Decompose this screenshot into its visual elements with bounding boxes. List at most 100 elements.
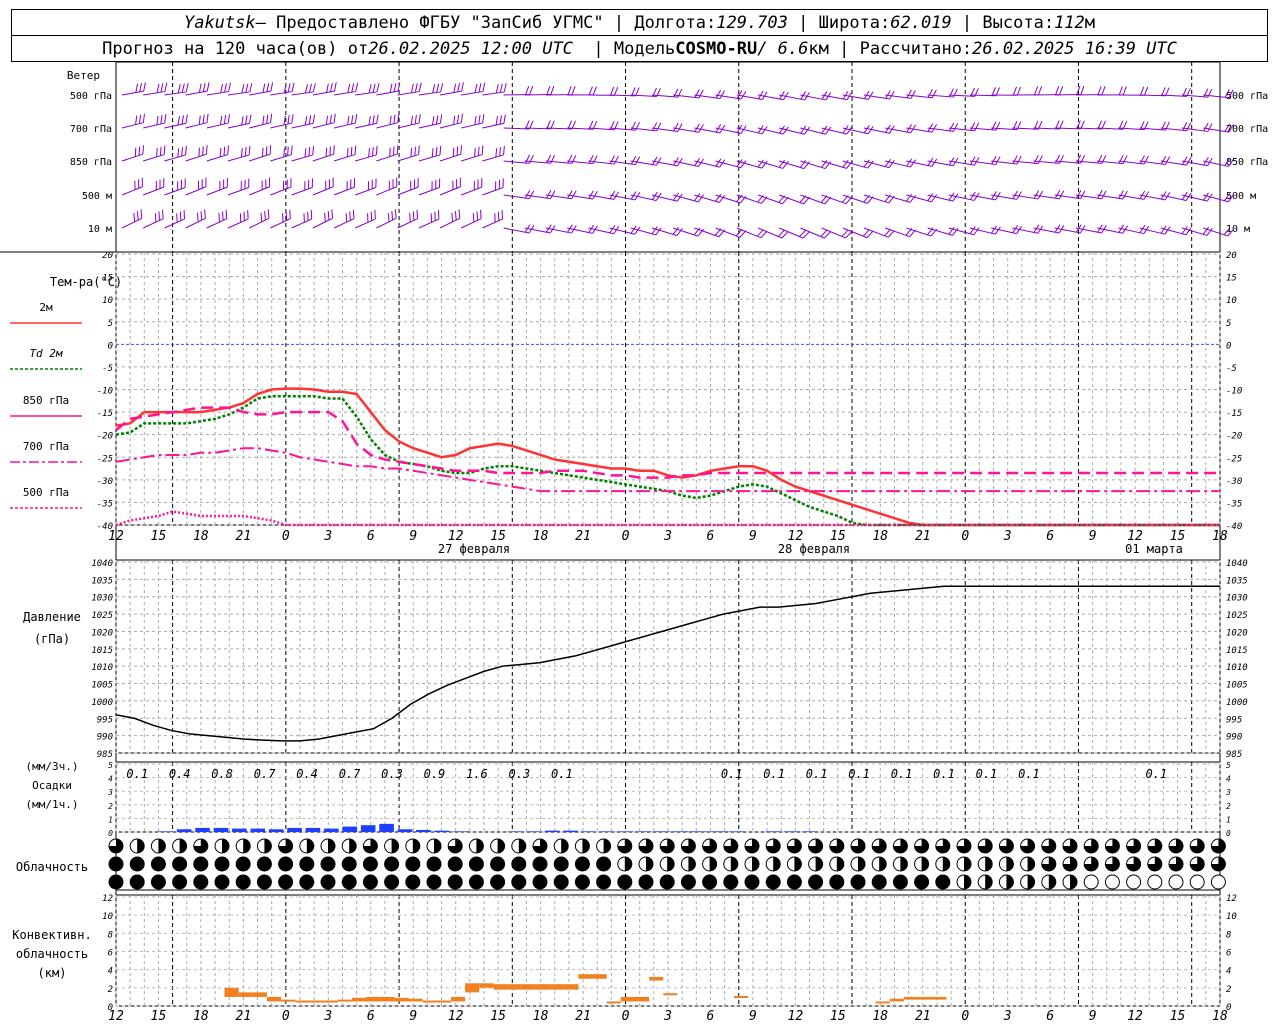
wind-barb-feather xyxy=(269,145,272,155)
wind-barb-feather xyxy=(325,147,328,157)
wind-barb-feather xyxy=(290,145,293,155)
wind-barb-feather xyxy=(481,145,484,155)
wind-barb-feather xyxy=(133,212,136,222)
precip-3h-value: 1.6 xyxy=(466,767,488,781)
conv-cloud-bar xyxy=(535,984,551,990)
temp-legend-label: 2м xyxy=(39,301,53,314)
cloud-symbol-fill xyxy=(130,857,145,871)
conv-cloud-bar xyxy=(606,1001,621,1004)
cloud-symbol-fill xyxy=(575,875,590,889)
wind-barb-feather xyxy=(355,82,359,92)
wind-barb-feather xyxy=(287,146,289,156)
precip-bar xyxy=(710,831,726,832)
conv-ytick-left: 4 xyxy=(108,967,113,977)
wind-barb-feather xyxy=(503,145,505,155)
hour-label-top: 18 xyxy=(872,529,888,544)
wind-barb-feather xyxy=(206,113,209,123)
cloud-symbol-fill xyxy=(306,839,314,853)
hour-label-bottom: 9 xyxy=(409,1009,417,1024)
wind-barb-feather xyxy=(156,147,158,157)
wind-barb xyxy=(461,122,483,129)
cloud-symbol-fill xyxy=(257,875,272,889)
wind-barb-feather xyxy=(347,83,351,93)
wind-barb-feather xyxy=(140,209,143,219)
conv-ytick-left: 6 xyxy=(108,949,113,959)
precip-bar xyxy=(802,831,818,832)
wind-barb-feather xyxy=(613,155,619,165)
wind-barb-feather xyxy=(326,83,329,93)
cloud-symbol-fill xyxy=(130,875,145,889)
cloud-symbol-fill xyxy=(363,857,378,871)
cloud-symbol xyxy=(1210,874,1226,890)
cloud-symbol-fill xyxy=(900,857,908,871)
cloud-symbol-fill xyxy=(893,875,908,889)
temp-legend-label: 500 гПа xyxy=(23,486,69,499)
temp-ytick-left: -35 xyxy=(97,499,113,509)
wind-barb-feather xyxy=(372,115,375,125)
wind-barb-feather xyxy=(524,190,531,199)
conv-cloud-bar xyxy=(422,1000,437,1003)
wind-barb-feather xyxy=(461,82,464,92)
conv-cloud-bar xyxy=(550,984,565,990)
hour-label-bottom: 15 xyxy=(490,1009,506,1024)
cloud-symbol-fill xyxy=(342,857,357,871)
wind-barb-feather xyxy=(162,209,164,219)
wind-barb xyxy=(397,91,420,96)
wind-barb-feather xyxy=(225,209,228,219)
wind-barb xyxy=(206,122,229,129)
conv-ytick-left: 12 xyxy=(102,894,113,904)
wind-barb xyxy=(291,91,314,96)
wind-barb-feather xyxy=(634,156,641,165)
wind-barb xyxy=(227,187,249,196)
wind-barb-feather xyxy=(588,155,594,164)
cloud-symbol-fill xyxy=(639,875,653,889)
wind-barb xyxy=(142,218,164,229)
cloud-symbol-fill xyxy=(985,875,993,889)
pressure-ytick-left: 1005 xyxy=(91,681,113,691)
wind-barb-feather xyxy=(368,116,371,126)
wind-barb-feather xyxy=(304,116,308,126)
hour-label-top: 21 xyxy=(915,529,931,544)
cloud-symbol-fill xyxy=(448,875,463,889)
wind-barb xyxy=(164,154,186,162)
cloud-symbol-fill xyxy=(624,857,632,871)
wind-barb xyxy=(164,187,186,196)
hour-label-top: 6 xyxy=(1046,529,1054,544)
wind-barb-feather xyxy=(345,213,348,223)
cloud-symbol xyxy=(1083,874,1099,890)
wind-barb-feather xyxy=(571,190,577,199)
precip-3h-value: 0.7 xyxy=(339,767,361,781)
meteogram: Ветер Тем-ра(°C) Давление (гПа) (мм/3ч.)… xyxy=(0,61,1268,1024)
wind-barb-feather xyxy=(264,211,266,221)
wind-barb xyxy=(461,91,484,96)
wind-barb-feather xyxy=(866,230,874,238)
wind-barb xyxy=(291,187,313,196)
precip-3h-value: 0.9 xyxy=(424,767,446,781)
wind-barb xyxy=(439,90,462,96)
wind-barb-feather xyxy=(135,115,138,125)
pressure-ytick-right: 995 xyxy=(1226,715,1242,725)
cloud-symbol-fill xyxy=(942,857,950,871)
wind-barb-feather xyxy=(656,122,662,132)
wind-barb-feather xyxy=(503,114,506,124)
wind-barb-feather xyxy=(164,82,168,92)
temp-ytick-left: -15 xyxy=(97,409,113,419)
wind-barb xyxy=(312,217,333,229)
wind-barb xyxy=(121,153,144,162)
wind-level-label-left: 10 м xyxy=(88,224,112,235)
wind-barb-feather xyxy=(245,115,248,125)
wind-barb-feather xyxy=(781,231,789,239)
wind-barb-feather xyxy=(222,211,224,221)
conv-cloud-bar xyxy=(932,996,947,1000)
wind-barb-feather xyxy=(376,114,379,124)
wind-barb xyxy=(249,153,271,162)
temp-ytick-left: -25 xyxy=(97,454,113,464)
wind-barb-feather xyxy=(525,86,530,95)
cloud-symbol-fill xyxy=(921,857,929,871)
wind-barb-feather xyxy=(887,230,895,238)
cloud-symbol-fill xyxy=(829,875,844,889)
conv-cloud-bar xyxy=(875,1001,890,1004)
cloud-symbol-fill xyxy=(179,839,187,853)
wind-barb-feather xyxy=(160,114,163,125)
wind-barb-feather xyxy=(418,145,420,155)
